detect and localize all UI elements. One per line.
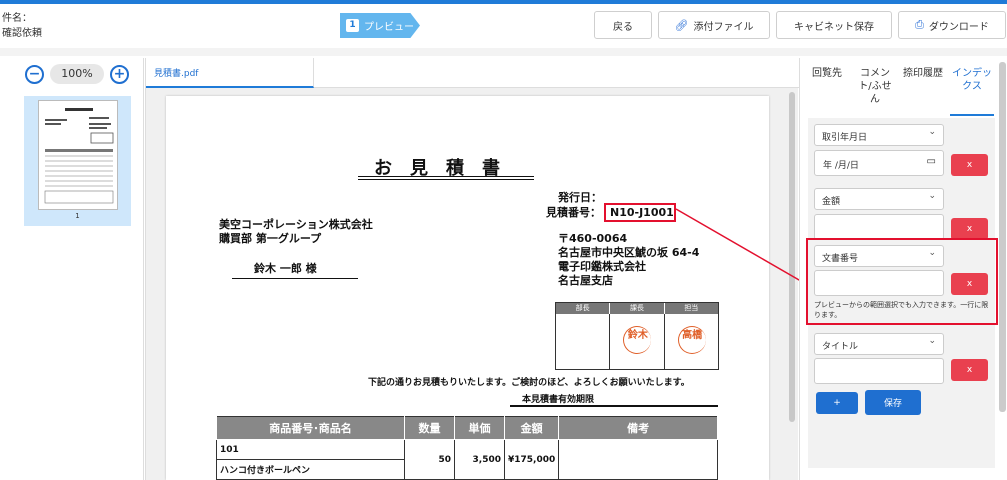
stamp-cell-manager bbox=[556, 314, 611, 369]
field1-select[interactable]: 取引年月日 bbox=[814, 124, 944, 146]
file-tab[interactable]: 見積書.pdf bbox=[146, 58, 314, 88]
page-thumbnail[interactable]: 1 bbox=[24, 96, 131, 226]
viewer-scrollbar[interactable] bbox=[788, 88, 796, 480]
client-department: 購買部 第一グループ bbox=[219, 232, 322, 245]
cell-price: 3,500 bbox=[454, 439, 505, 480]
col-header-amount: 金額 bbox=[503, 416, 560, 440]
vendor-branch: 名古屋支店 bbox=[558, 274, 613, 287]
tab-circulation[interactable]: 回覧先 bbox=[806, 58, 848, 114]
intro-text: 下記の通りお見積もりいたします。ご検討のほど、よろしくお願いいたします。 bbox=[368, 378, 690, 388]
side-scrollbar[interactable] bbox=[999, 62, 1006, 412]
document-viewer: 見積書.pdf お見積書 発行日： 見積番号： N10-J1001 美空コーポレ… bbox=[145, 58, 799, 480]
cell-qty: 50 bbox=[404, 439, 455, 480]
step-number: 1 bbox=[346, 19, 359, 32]
field4-select[interactable]: タイトル bbox=[814, 333, 944, 355]
cell-product-code: 101 bbox=[216, 439, 405, 460]
tab-comments[interactable]: コメント/ふせん bbox=[854, 58, 896, 114]
thumbnail-pane: − 100% + 1 bbox=[10, 58, 144, 480]
title-underline bbox=[358, 176, 534, 177]
tab-index[interactable]: インデックス bbox=[950, 58, 994, 116]
cell-product-name: ハンコ付きボールペン bbox=[216, 459, 405, 480]
zoom-out-button[interactable]: − bbox=[25, 64, 44, 84]
header-bar: 件名： 確認依頼 1 プレビュー 戻る 🔗︎ 添付ファイル キャビネット保存 ⎙… bbox=[0, 4, 1007, 48]
thumbnail-image bbox=[38, 100, 118, 210]
thumbnail-drawing bbox=[44, 108, 114, 204]
cell-remarks bbox=[558, 439, 718, 480]
remove-field1-button[interactable]: x bbox=[951, 154, 988, 176]
seal-takahashi: 高橋 bbox=[677, 326, 706, 354]
stamp-cell-section-chief: 鈴木 bbox=[610, 314, 665, 369]
stamp-cell-staff: 高橋 bbox=[665, 314, 718, 369]
stamp-header-manager: 部長 bbox=[556, 303, 611, 314]
cabinet-save-button[interactable]: キャビネット保存 bbox=[776, 11, 892, 39]
col-header-qty: 数量 bbox=[404, 416, 455, 440]
vendor-zip: 〒460-0064 bbox=[558, 232, 628, 245]
stamp-body-row: 鈴木 高橋 bbox=[556, 314, 718, 369]
zoom-in-button[interactable]: + bbox=[110, 64, 129, 84]
zoom-controls: − 100% + bbox=[25, 64, 129, 84]
calendar-icon[interactable]: ▭ bbox=[927, 156, 936, 167]
tab-stamp-history[interactable]: 捺印履歴 bbox=[902, 58, 944, 114]
col-header-price: 単価 bbox=[454, 416, 505, 440]
cell-amount: ¥175,000 bbox=[503, 439, 560, 480]
step-label: プレビュー bbox=[364, 22, 414, 33]
table-row: 101 50 3,500 ¥175,000 bbox=[216, 439, 718, 480]
items-table: 商品番号･商品名 数量 単価 金額 備考 101 50 3,500 ¥175,0… bbox=[216, 416, 718, 480]
col-header-remarks: 備考 bbox=[558, 416, 718, 440]
viewer-scroll-thumb[interactable] bbox=[789, 92, 795, 422]
amount-input[interactable] bbox=[814, 214, 944, 240]
col-header-product: 商品番号･商品名 bbox=[216, 416, 405, 440]
paperclip-icon: 🔗︎ bbox=[674, 18, 689, 32]
file-tab-bar: 見積書.pdf bbox=[146, 58, 799, 88]
add-field-button[interactable]: + bbox=[816, 392, 858, 414]
client-person: 鈴木 一郎 様 bbox=[254, 262, 317, 275]
header-divider bbox=[0, 48, 1007, 56]
field-highlight-box bbox=[806, 238, 998, 325]
vendor-company: 電子印鑑株式会社 bbox=[558, 260, 646, 273]
subject-label: 件名： bbox=[2, 13, 32, 24]
field2-select[interactable]: 金額 bbox=[814, 188, 944, 210]
client-underline bbox=[232, 278, 358, 279]
approval-stamp-table: 部長 課長 担当 鈴木 高橋 bbox=[555, 302, 719, 370]
title-input[interactable] bbox=[814, 358, 944, 384]
date-input[interactable]: 年 /月/日 ▭ bbox=[814, 150, 944, 176]
download-button[interactable]: ⎙ ダウンロード bbox=[898, 11, 1006, 39]
table-header-row: 商品番号･商品名 数量 単価 金額 備考 bbox=[216, 416, 718, 440]
document-page[interactable]: お見積書 発行日： 見積番号： N10-J1001 美空コーポレーション株式会社… bbox=[166, 96, 769, 480]
vendor-address: 名古屋市中央区鯱の坂 64-4 bbox=[558, 246, 700, 259]
side-tabs: 回覧先 コメント/ふせん 捺印履歴 インデックス bbox=[800, 58, 1000, 116]
title-underline-2 bbox=[358, 179, 534, 180]
zoom-level: 100% bbox=[50, 64, 104, 84]
client-company: 美空コーポレーション株式会社 bbox=[219, 218, 373, 231]
thumbnail-page-number: 1 bbox=[75, 212, 80, 220]
stamp-header-staff: 担当 bbox=[684, 304, 699, 312]
attach-file-button[interactable]: 🔗︎ 添付ファイル bbox=[658, 11, 770, 39]
step-preview[interactable]: 1 プレビュー bbox=[340, 13, 420, 38]
remove-field4-button[interactable]: x bbox=[951, 359, 988, 381]
download-file-icon: ⎙ bbox=[915, 18, 924, 31]
save-button[interactable]: 保存 bbox=[865, 390, 921, 415]
stamp-header-row: 部長 課長 担当 bbox=[556, 303, 718, 314]
remove-field2-button[interactable]: x bbox=[951, 218, 988, 240]
seal-suzuki: 鈴木 bbox=[623, 326, 652, 354]
subject-value: 確認依頼 bbox=[2, 28, 42, 39]
selection-highlight bbox=[604, 203, 676, 222]
validity-underline bbox=[510, 405, 718, 407]
stamp-header-section-chief: 課長 bbox=[610, 303, 665, 314]
quote-number-label: 見積番号： bbox=[546, 206, 601, 219]
back-button[interactable]: 戻る bbox=[594, 11, 652, 39]
subject: 件名： 確認依頼 bbox=[2, 11, 42, 41]
issue-date-label: 発行日： bbox=[558, 191, 602, 204]
